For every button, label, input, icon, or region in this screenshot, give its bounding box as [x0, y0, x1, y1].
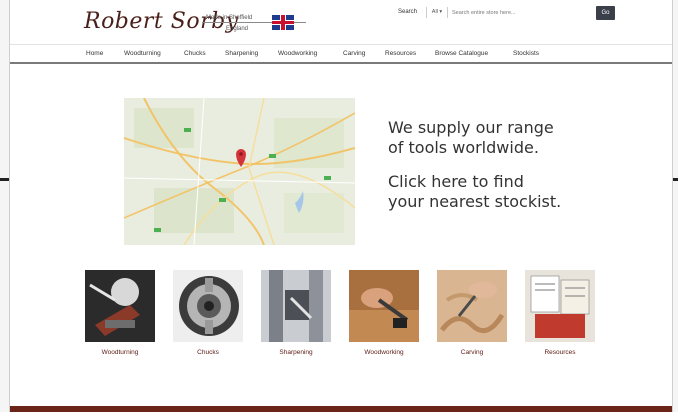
nav-item-stockists[interactable]: Stockists	[513, 50, 539, 57]
category-carving[interactable]: Carving	[436, 270, 508, 356]
stockist-promo[interactable]: We supply our range of tools worldwide. …	[388, 118, 638, 226]
woodworking-thumbnail-icon[interactable]	[349, 270, 419, 342]
logo-tagline-location: England	[226, 26, 249, 32]
carving-thumbnail-icon[interactable]	[437, 270, 507, 342]
site-header: Robert Sorby Made in Sheffield England S…	[10, 0, 672, 46]
nav-item-chucks[interactable]: Chucks	[184, 50, 206, 57]
search-label: Search	[398, 9, 418, 15]
category-label[interactable]: Chucks	[172, 349, 244, 356]
category-woodworking[interactable]: Woodworking	[348, 270, 420, 356]
category-chucks[interactable]: Chucks	[172, 270, 244, 356]
nav-item-carving[interactable]: Carving	[343, 50, 365, 57]
category-label[interactable]: Woodturning	[84, 349, 156, 356]
promo-line-find-stockist[interactable]: Click here to find your nearest stockist…	[388, 172, 638, 212]
nav-item-sharpening[interactable]: Sharpening	[225, 50, 258, 57]
nav-item-home[interactable]: Home	[86, 50, 103, 57]
map-graphic	[124, 98, 355, 245]
search-scope-select[interactable]: All ▾	[426, 7, 448, 18]
chuck-thumbnail-icon[interactable]	[173, 270, 243, 342]
category-woodturning[interactable]: Woodturning	[84, 270, 156, 356]
stockist-map[interactable]	[124, 98, 355, 245]
category-label[interactable]: Sharpening	[260, 349, 332, 356]
resources-thumbnail-icon[interactable]	[525, 270, 595, 342]
site-logo[interactable]: Robert Sorby Made in Sheffield England	[84, 9, 324, 41]
category-sharpening[interactable]: Sharpening	[260, 270, 332, 356]
main-nav: Home Woodturning Chucks Sharpening Woodw…	[10, 44, 672, 64]
nav-item-browse-catalogue[interactable]: Browse Catalogue	[435, 50, 488, 57]
logo-tagline: Made in Sheffield	[206, 15, 253, 21]
category-resources[interactable]: Resources	[524, 270, 596, 356]
category-label[interactable]: Woodworking	[348, 349, 420, 356]
side-marker-right	[673, 178, 678, 181]
search-input[interactable]	[450, 7, 594, 18]
union-flag-icon	[272, 15, 294, 30]
promo-line-worldwide: We supply our range of tools worldwide.	[388, 118, 554, 157]
nav-item-woodturning[interactable]: Woodturning	[124, 50, 161, 57]
footer-bar	[10, 406, 672, 412]
side-marker-left	[0, 178, 9, 181]
page-frame: Robert Sorby Made in Sheffield England S…	[9, 0, 673, 412]
sharpening-thumbnail-icon[interactable]	[261, 270, 331, 342]
woodturning-thumbnail-icon[interactable]	[85, 270, 155, 342]
category-label[interactable]: Carving	[436, 349, 508, 356]
nav-item-resources[interactable]: Resources	[385, 50, 416, 57]
search-button[interactable]: Go	[596, 6, 615, 20]
nav-item-woodworking[interactable]: Woodworking	[278, 50, 317, 57]
category-label[interactable]: Resources	[524, 349, 596, 356]
